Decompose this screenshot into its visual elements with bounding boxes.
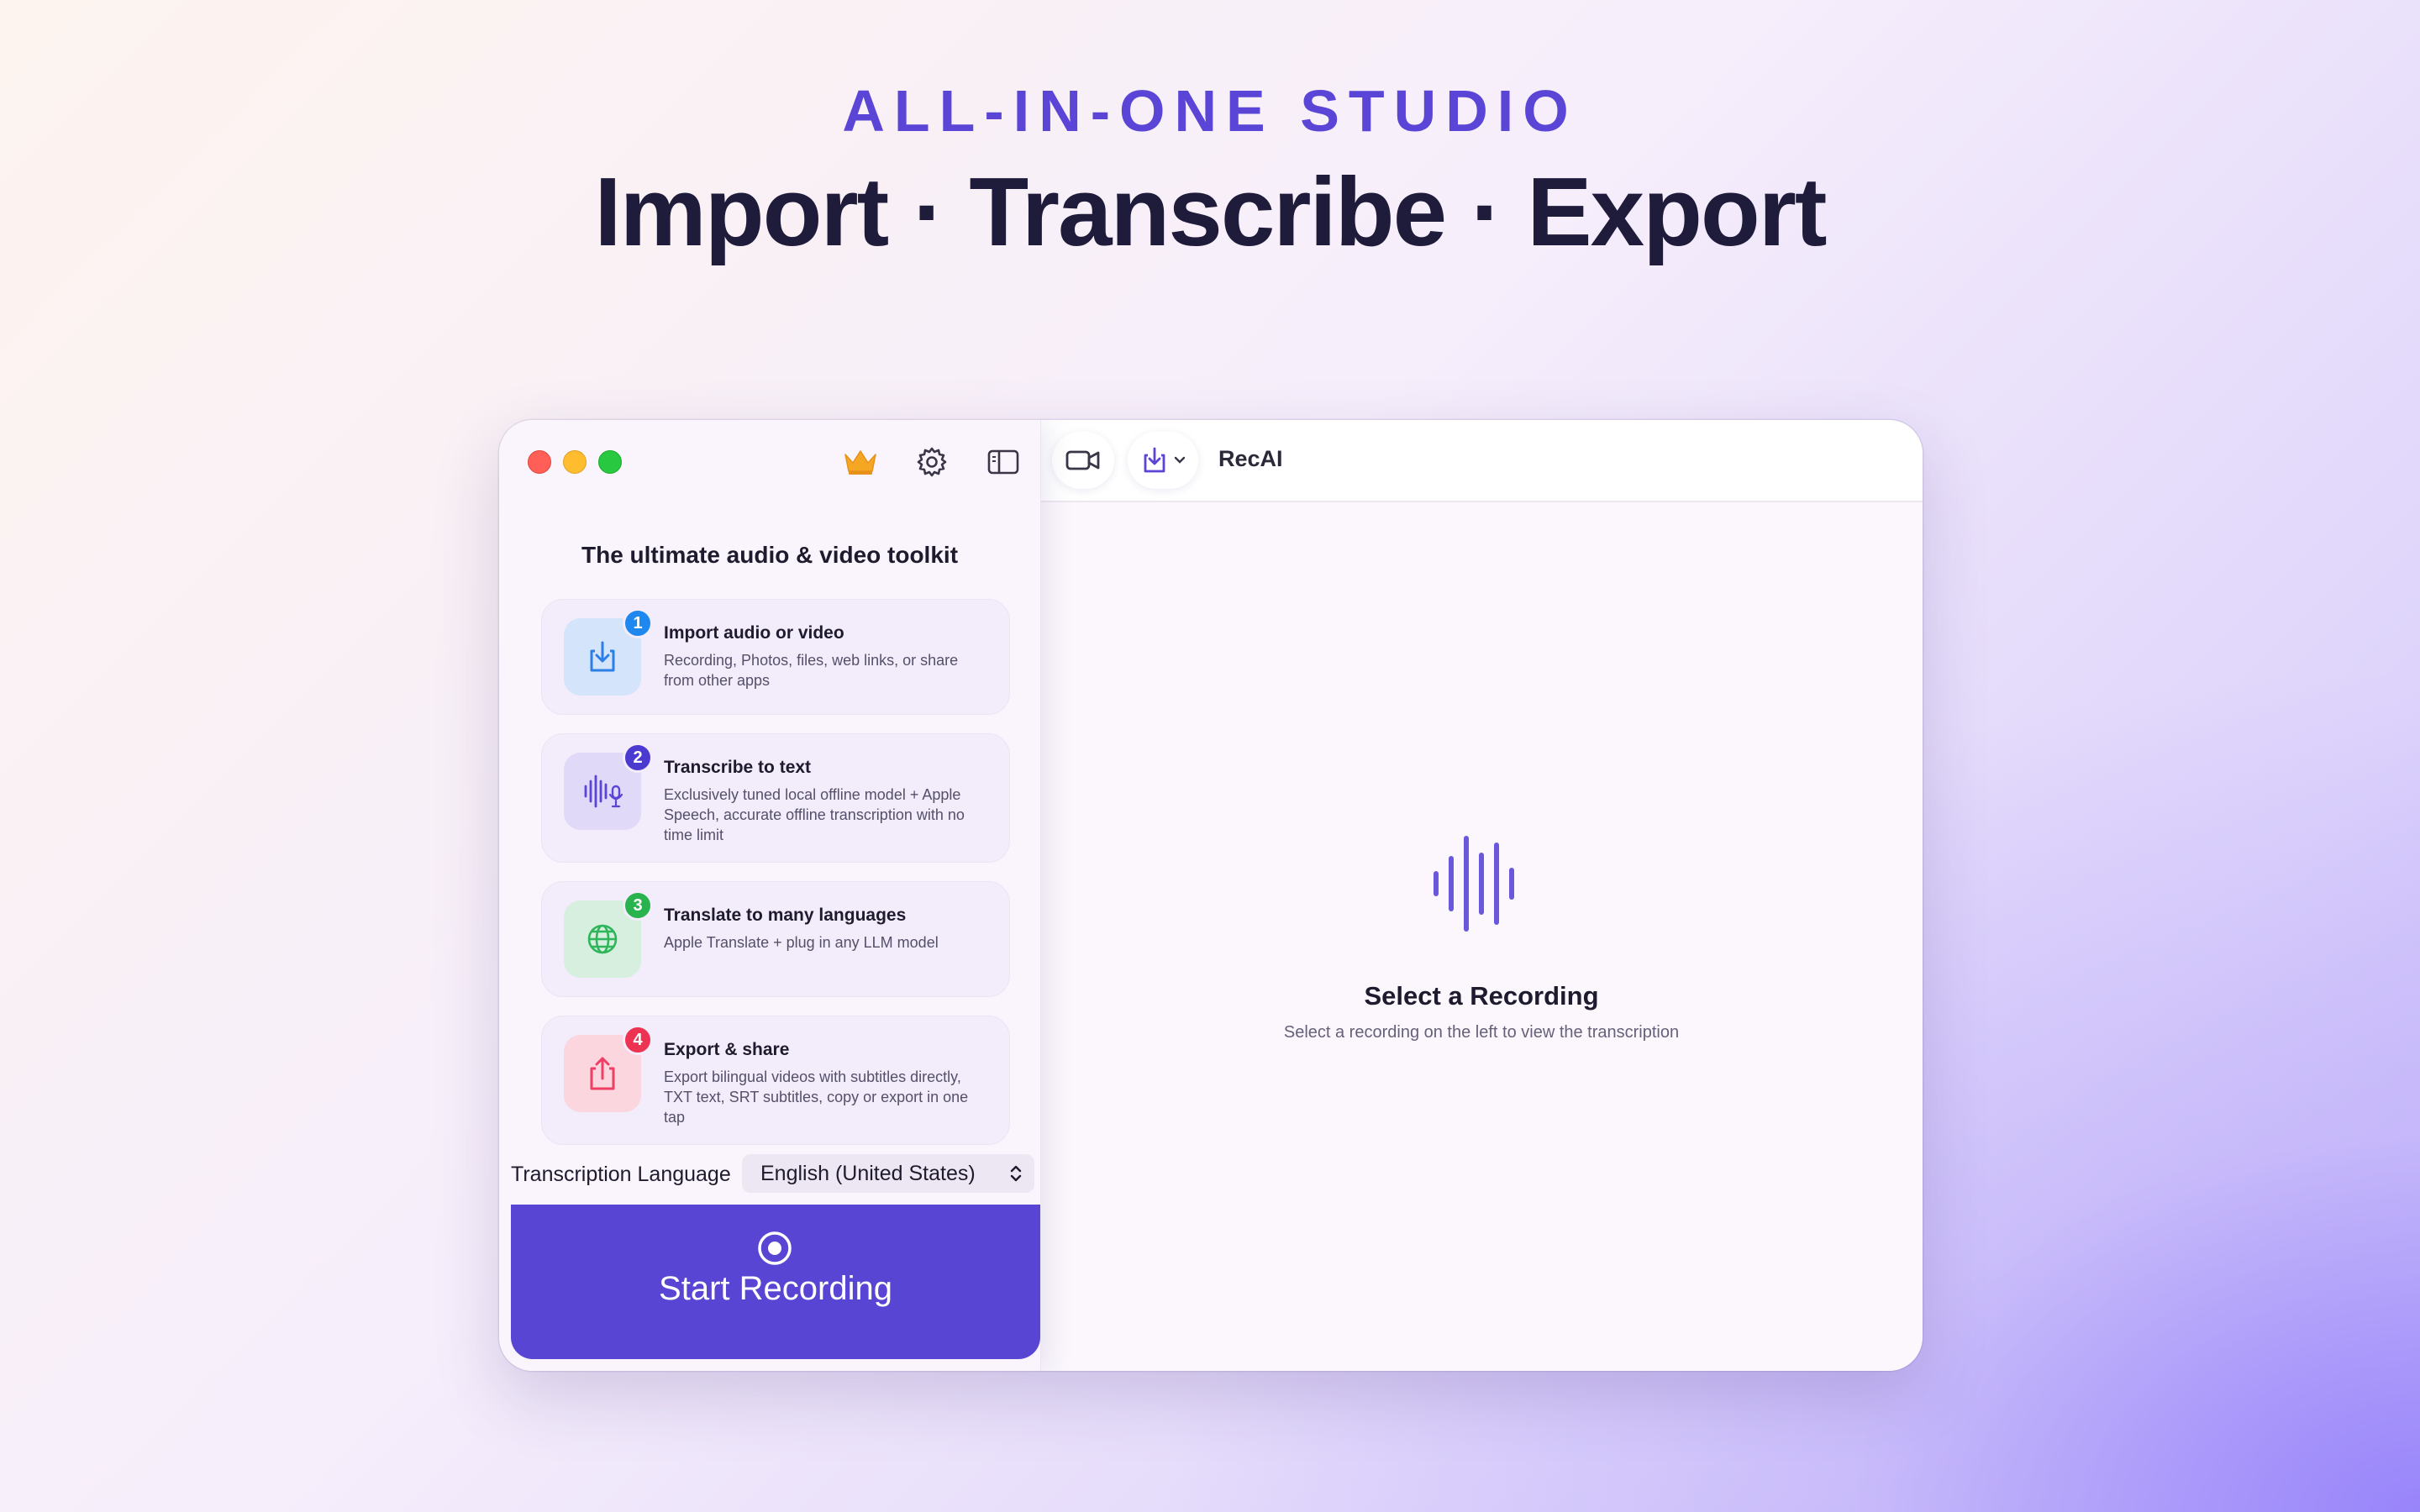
feature-card-import: 1 Import audio or video Recording, Photo… (541, 599, 1010, 715)
transcription-language-label: Transcription Language (511, 1163, 731, 1186)
hero-title: Import · Transcribe · Export (594, 157, 1827, 266)
close-window-button[interactable] (528, 450, 551, 474)
select-chevron-icon (1010, 1165, 1022, 1182)
start-recording-button[interactable]: Start Recording (511, 1205, 1040, 1359)
zoom-window-button[interactable] (598, 450, 622, 474)
chevron-down-icon (1174, 456, 1186, 464)
transcription-language-row: Transcription Language English (United S… (511, 1154, 1040, 1194)
step-badge: 4 (623, 1025, 653, 1055)
app-window: RecAI Select a Recording Select a record… (499, 420, 1923, 1371)
step-badge: 3 (623, 890, 653, 921)
minimize-window-button[interactable] (563, 450, 587, 474)
card-description: Recording, Photos, files, web links, or … (664, 652, 959, 689)
card-description: Exclusively tuned local offline model + … (664, 786, 965, 843)
waveform-mic-icon (584, 774, 623, 808)
crown-icon (844, 450, 876, 475)
gear-icon (917, 447, 947, 477)
card-title: Export & share (664, 1040, 790, 1059)
language-select-value: English (United States) (760, 1162, 976, 1185)
settings-button[interactable] (913, 444, 950, 480)
waveform-icon (1432, 833, 1521, 938)
import-menu-button[interactable] (1128, 432, 1198, 489)
import-icon (590, 641, 615, 672)
share-icon (590, 1057, 615, 1090)
step-badge: 1 (623, 608, 653, 638)
hero-eyebrow: ALL-IN-ONE STUDIO (842, 78, 1578, 144)
card-title: Transcribe to text (664, 758, 812, 777)
card-title: Translate to many languages (664, 906, 907, 925)
empty-state-title: Select a Recording (1364, 981, 1599, 1011)
card-title: Import audio or video (664, 623, 844, 643)
feature-card-translate: 3 Translate to many languages Apple Tran… (541, 881, 1010, 997)
sidebar-toggle-button[interactable] (985, 444, 1022, 480)
sidebar: The ultimate audio & video toolkit 1 Imp… (499, 420, 1041, 1371)
video-camera-button[interactable] (1052, 432, 1114, 489)
record-icon (758, 1231, 792, 1265)
card-description: Apple Translate + plug in any LLM model (664, 934, 939, 951)
empty-state-subtitle: Select a recording on the left to view t… (1283, 1023, 1680, 1042)
step-badge: 2 (623, 743, 653, 773)
app-title: RecAI (1218, 446, 1283, 471)
premium-button[interactable] (842, 444, 879, 480)
video-camera-icon (1065, 450, 1100, 470)
transcription-language-select[interactable]: English (United States) (742, 1154, 1034, 1193)
import-icon (1144, 447, 1165, 473)
globe-icon (587, 924, 618, 954)
feature-card-transcribe: 2 Transcribe to text Exclusively tuned l… (541, 733, 1010, 863)
start-recording-label: Start Recording (659, 1270, 892, 1307)
card-description: Export bilingual videos with subtitles d… (664, 1068, 969, 1126)
sidebar-heading: The ultimate audio & video toolkit (581, 542, 959, 568)
sidebar-toggle-icon (987, 449, 1019, 475)
feature-card-export: 4 Export & share Export bilingual videos… (541, 1016, 1010, 1145)
